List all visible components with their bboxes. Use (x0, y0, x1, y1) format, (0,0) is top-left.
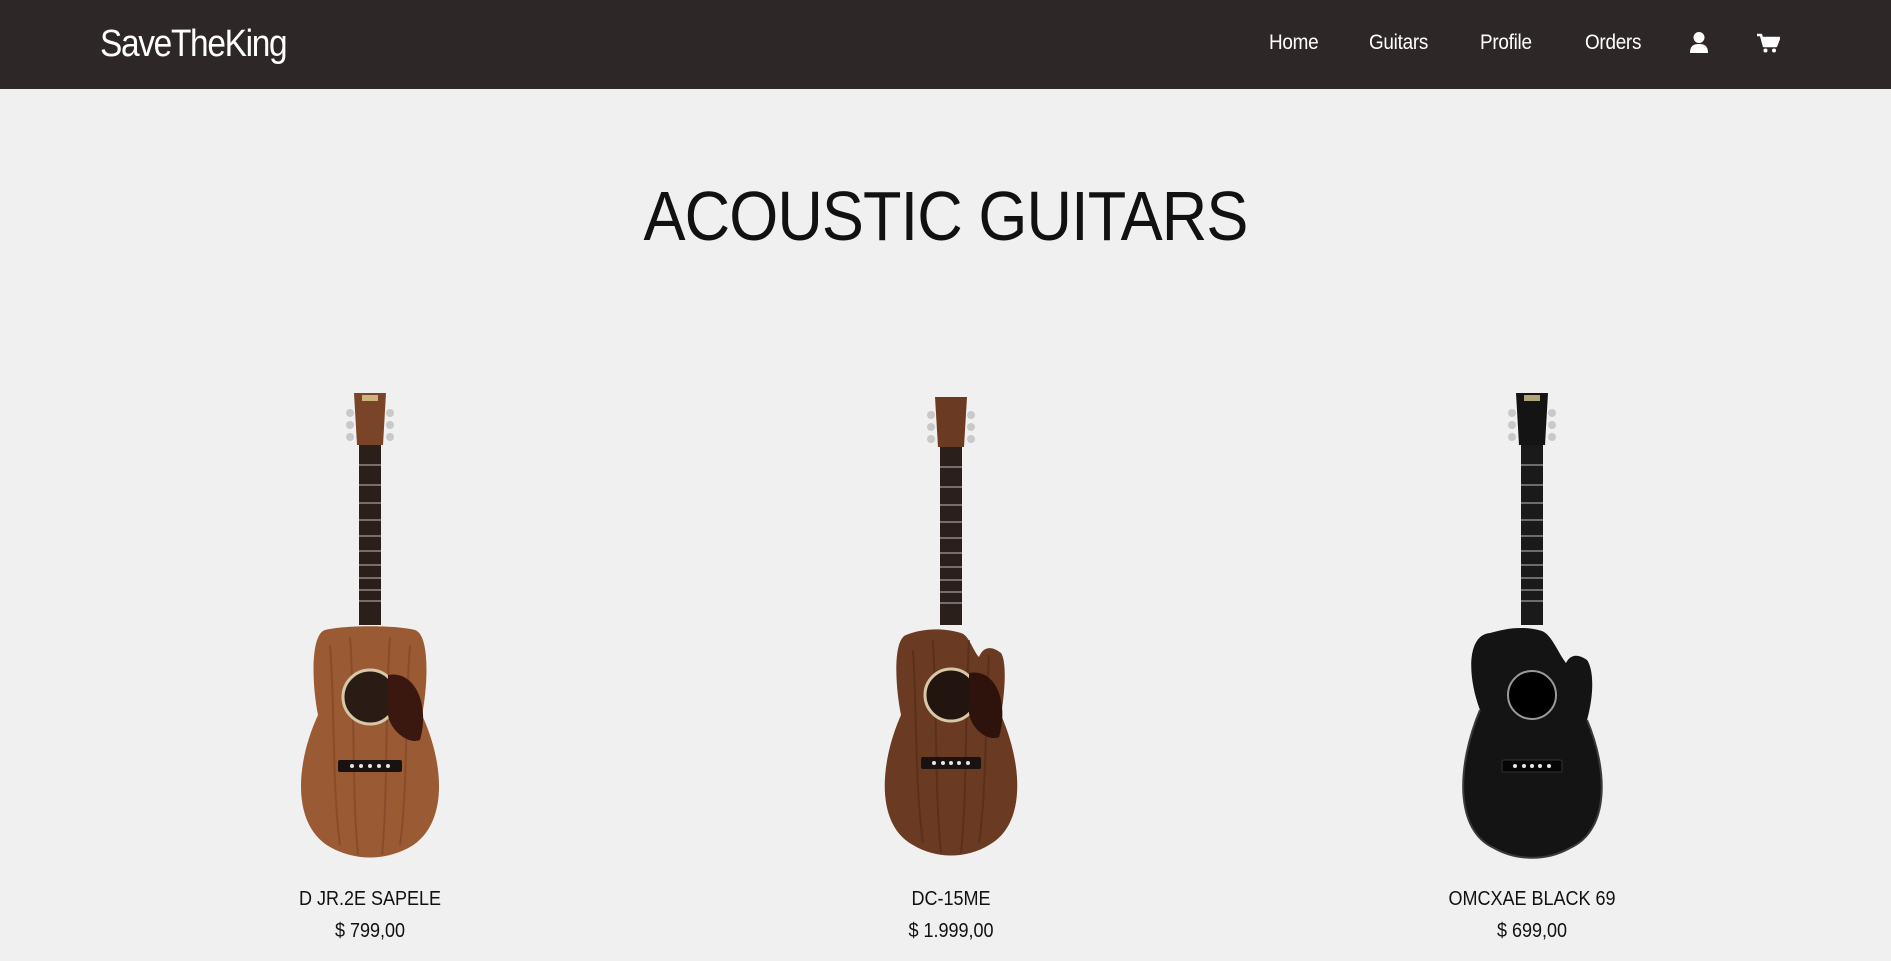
guitar-image (1462, 393, 1603, 859)
top-navbar: SaveTheKing Home Guitars Profile Orders (0, 0, 1891, 89)
product-price: $ 699,00 (1496, 920, 1568, 942)
brand-logo[interactable]: SaveTheKing (100, 22, 288, 66)
product-card[interactable]: OMCXAE BLACK 69 $ 699,00 (1332, 385, 1732, 955)
product-price: $ 1.999,00 (908, 920, 994, 942)
shopping-cart-icon[interactable] (1756, 31, 1781, 55)
user-icon[interactable] (1688, 31, 1710, 55)
nav-link-guitars[interactable]: Guitars (1369, 30, 1428, 56)
product-card[interactable]: D JR.2E SAPELE $ 799,00 (170, 385, 570, 955)
nav-link-profile[interactable]: Profile (1480, 30, 1532, 56)
nav-link-orders[interactable]: Orders (1585, 30, 1641, 56)
product-name[interactable]: OMCXAE BLACK 69 (1352, 887, 1712, 911)
product-price: $ 799,00 (334, 920, 406, 942)
guitar-image (884, 397, 1018, 856)
product-card[interactable]: DC-15ME $ 1.999,00 (751, 385, 1151, 955)
product-name[interactable]: D JR.2E SAPELE (190, 887, 550, 911)
product-name[interactable]: DC-15ME (771, 887, 1131, 911)
page-title: ACOUSTIC GUITARS (643, 177, 1249, 255)
guitar-image (300, 393, 440, 858)
nav-link-home[interactable]: Home (1269, 30, 1319, 56)
